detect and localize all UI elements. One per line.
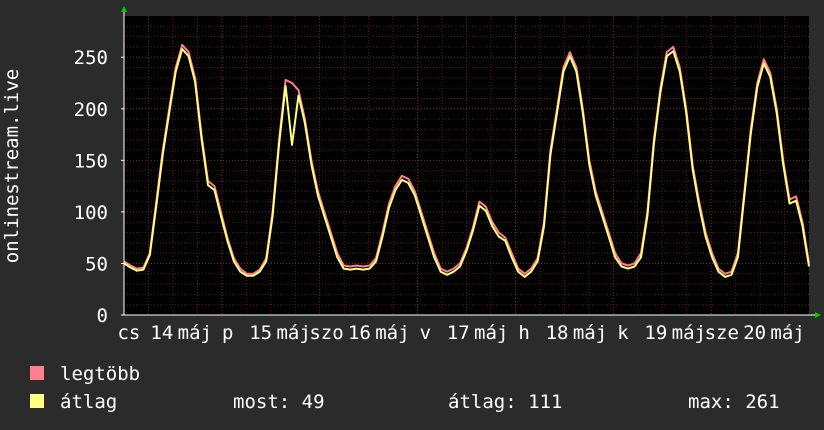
legend-swatch-max — [30, 366, 44, 380]
legend-label-max: legtöbb — [60, 363, 141, 385]
x-tick-labels: cs 14 máj p 15 májszo 16 máj v 17 máj h 18 máj k 19 májs… — [117, 322, 804, 344]
x-tick-label: v — [420, 322, 431, 344]
stat-current-key: most: — [233, 391, 291, 413]
stat-average-value: 111 — [528, 391, 563, 413]
y-tick-label: 250 — [74, 47, 108, 69]
x-tick-label: p — [222, 322, 233, 344]
x-tick-label: k — [617, 322, 629, 344]
y-tick-label: 200 — [74, 99, 108, 121]
stat-max: max: 261 — [688, 390, 780, 414]
x-tick-label: 18 — [546, 322, 569, 344]
y-tick-label: 100 — [74, 202, 108, 224]
stat-max-value: 261 — [745, 391, 780, 413]
x-tick-label: 14 — [150, 322, 173, 344]
x-tick-label: sze — [705, 322, 739, 344]
x-tick-label: máj — [178, 322, 212, 344]
legend-swatch-avg — [30, 394, 44, 408]
x-axis-arrow — [815, 312, 821, 318]
stat-max-key: max: — [688, 391, 734, 413]
y-tick-label: 50 — [85, 253, 108, 275]
x-tick-label: máj — [474, 322, 508, 344]
x-tick-label: 16 — [348, 322, 371, 344]
x-tick-label: 19 — [644, 322, 667, 344]
legend-label-avg: átlag — [60, 391, 118, 413]
y-tick-label: 0 — [97, 305, 108, 327]
x-tick-label: 15 — [249, 322, 272, 344]
stat-average-key: átlag: — [448, 391, 517, 413]
x-tick-label: máj — [276, 322, 310, 344]
y-axis-label: onlinestream.live — [1, 69, 23, 263]
x-tick-label: szo — [309, 322, 343, 344]
y-tick-labels: 0 50 100 150 200 250 — [74, 47, 124, 327]
y-axis-arrow — [121, 6, 127, 12]
stat-average: átlag: 111 — [448, 390, 562, 414]
x-tick-label: 17 — [447, 322, 470, 344]
x-tick-label: 20 — [743, 322, 766, 344]
stat-current-value: 49 — [301, 391, 325, 413]
x-tick-label: máj — [573, 322, 607, 344]
stat-current: most: 49 — [233, 390, 325, 414]
x-tick-label: cs — [117, 322, 140, 344]
x-tick-label: h — [518, 322, 529, 344]
x-tick-label: máj — [770, 322, 804, 344]
chart-frame: 0 50 100 150 200 250 cs 14 máj p 15 máj szo 16 máj v 17… — [0, 0, 824, 430]
plot-background — [124, 16, 809, 315]
traffic-chart: 050100150200250 cs 14 máj p 15 májszo 16 máj v 17… — [1, 6, 821, 344]
x-tick-label: máj — [672, 322, 706, 344]
legend: legtöbb átlag most: 49 átlag: 111 max: 2… — [30, 362, 810, 422]
y-tick-label: 150 — [74, 150, 108, 172]
x-tick-label: máj — [375, 322, 409, 344]
